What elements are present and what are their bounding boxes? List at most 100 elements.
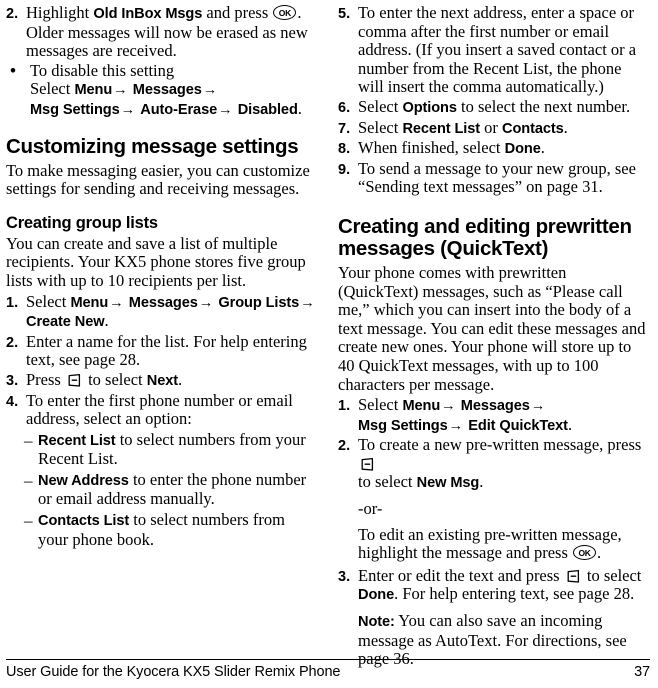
period: . xyxy=(567,414,573,434)
list-marker: 2. xyxy=(338,438,351,455)
list-item: 1. Select Menu→ Messages→ Msg Settings→ … xyxy=(338,395,648,435)
ui-term-new-msg: New Msg xyxy=(416,475,480,492)
ok-key-label: OK xyxy=(578,547,591,558)
alt-line-1: To edit an existing pre-written message, xyxy=(358,524,622,544)
list-item-text: To create a new pre-written message, pre… xyxy=(358,435,648,493)
list-item-text: To enter the first phone number or email… xyxy=(26,390,293,429)
select-prefix: When finished, select xyxy=(358,138,505,158)
select-mid: to select xyxy=(83,369,147,389)
menu-path-3: Auto-Erase xyxy=(140,101,218,118)
note-label: Note: xyxy=(358,614,395,631)
list-marker: 3. xyxy=(6,372,19,389)
list-item-text: Select Options to select the next number… xyxy=(358,96,648,118)
period: . xyxy=(104,311,109,331)
select-prefix: Select xyxy=(358,117,403,137)
sub-list-item-text: Recent List to select numbers from your … xyxy=(38,430,316,469)
arrow-icon: → xyxy=(198,294,214,311)
list-item: 9. To send a message to your new group, … xyxy=(338,158,648,197)
menu-path-4: Disabled xyxy=(237,101,298,118)
ui-term-recent-list: Recent List xyxy=(38,432,116,449)
list-item: 8. When finished, select Done. xyxy=(338,138,648,159)
menu-path-2: Msg Settings xyxy=(358,417,448,434)
sub-list-item: – Recent List to select numbers from you… xyxy=(24,430,316,469)
subsection-heading-group-lists: Creating group lists xyxy=(6,213,158,232)
two-column-layout: 2. Highlight Old InBox Msgs and press OK… xyxy=(6,3,648,668)
list-item-text: Select Recent List or Contacts. xyxy=(358,117,648,139)
manual-page: 2. Highlight Old InBox Msgs and press OK… xyxy=(0,0,658,688)
ui-term-recent-list: Recent List xyxy=(402,120,481,137)
footer-title: User Guide for the Kyocera KX5 Slider Re… xyxy=(6,664,341,680)
arrow-icon: → xyxy=(530,398,546,415)
ui-term-new-address: New Address xyxy=(38,472,129,489)
sub-list-item: – Contacts List to select numbers from y… xyxy=(24,510,316,549)
list-marker: 9. xyxy=(338,161,351,178)
page-footer: User Guide for the Kyocera KX5 Slider Re… xyxy=(6,659,650,680)
bullet-marker: • xyxy=(10,60,16,80)
bullet-line-1: To disable this setting xyxy=(30,60,175,80)
alt-line-2: highlight the message and press xyxy=(358,543,573,563)
list-marker: 4. xyxy=(6,393,19,410)
menu-path-2: Group Lists xyxy=(218,294,300,311)
footer-row: User Guide for the Kyocera KX5 Slider Re… xyxy=(6,664,650,680)
list-marker: 2. xyxy=(6,6,19,22)
step-text-pre: To create a new pre-written message, pre… xyxy=(358,435,642,455)
list-marker: 8. xyxy=(338,141,351,158)
conjunction: or xyxy=(480,117,503,137)
ui-term-old-inbox-msgs: Old InBox Msgs xyxy=(93,6,203,22)
period: . xyxy=(540,138,545,158)
sub-list-item: – New Address to enter the phone number … xyxy=(24,470,316,509)
arrow-icon: → xyxy=(202,82,218,99)
dash-marker: – xyxy=(24,470,33,490)
period: . xyxy=(297,98,302,118)
right-column: 5. To enter the next address, enter a sp… xyxy=(338,3,648,668)
list-item-text: When finished, select Done. xyxy=(358,138,648,159)
section-heading-customizing: Customizing message settings xyxy=(6,134,299,158)
list-item-text: To send a message to your new group, see… xyxy=(358,158,636,197)
bullet-item-text: To disable this setting Select Menu→ Mess… xyxy=(30,60,316,120)
section-heading-quicktext: Creating and editing prewritten messages… xyxy=(338,214,632,260)
arrow-icon: → xyxy=(218,101,233,118)
list-item-text: Enter a name for the list. For help ente… xyxy=(26,331,307,370)
alternative-or-label: -or- xyxy=(358,499,383,519)
period: . xyxy=(177,369,183,389)
select-prefix: Select xyxy=(26,291,71,311)
sub-list-item-text: Contacts List to select numbers from you… xyxy=(38,510,316,549)
ui-term-done: Done xyxy=(504,141,541,158)
ui-term-contacts: Contacts xyxy=(502,120,564,137)
list-item-text: Highlight Old InBox Msgs and press OK. O… xyxy=(26,3,316,61)
press-prefix: Press xyxy=(26,369,65,389)
soft-key-icon xyxy=(360,457,375,472)
ui-term-contacts-list: Contacts List xyxy=(38,513,130,530)
list-item-text: Enter or edit the text and press to sele… xyxy=(358,565,648,605)
dash-marker: – xyxy=(24,430,33,450)
list-item: 7. Select Recent List or Contacts. xyxy=(338,117,648,139)
select-mid: to select xyxy=(582,565,642,585)
dash-marker: – xyxy=(24,511,33,531)
arrow-icon: → xyxy=(448,417,464,434)
arrow-icon: → xyxy=(113,82,128,99)
list-item-text: To enter the next address, enter a space… xyxy=(358,3,637,97)
list-item: 3. Press to select Next. xyxy=(6,369,316,391)
list-marker: 2. xyxy=(6,334,19,351)
menu-path-1: Messages xyxy=(128,294,198,311)
menu-path-3: Edit QuickText xyxy=(468,417,568,434)
soft-key-icon xyxy=(566,569,581,584)
list-marker: 1. xyxy=(6,294,19,311)
sub-list-item-text: New Address to enter the phone number or… xyxy=(38,470,316,509)
arrow-icon: → xyxy=(300,294,315,311)
intro-paragraph-group-lists: You can create and save a list of multip… xyxy=(6,233,306,290)
list-item: 6. Select Options to select the next num… xyxy=(338,96,648,118)
arrow-icon: → xyxy=(120,101,136,118)
select-prefix: Select xyxy=(358,395,403,415)
list-item: 2. To create a new pre-written message, … xyxy=(338,435,648,493)
left-column: 2. Highlight Old InBox Msgs and press OK… xyxy=(6,3,316,652)
step-text-post: to select the next number. xyxy=(456,96,631,116)
ui-term-options: Options xyxy=(402,99,457,116)
period: . xyxy=(479,472,484,492)
intro-paragraph-quicktext: Your phone comes with prewritten (QuickT… xyxy=(338,262,646,394)
menu-path-0: Menu xyxy=(70,294,109,311)
footer-divider xyxy=(6,659,650,660)
menu-path-3: Create New xyxy=(26,314,105,331)
ui-term-next: Next xyxy=(146,372,178,389)
menu-path-0: Menu xyxy=(402,398,441,415)
